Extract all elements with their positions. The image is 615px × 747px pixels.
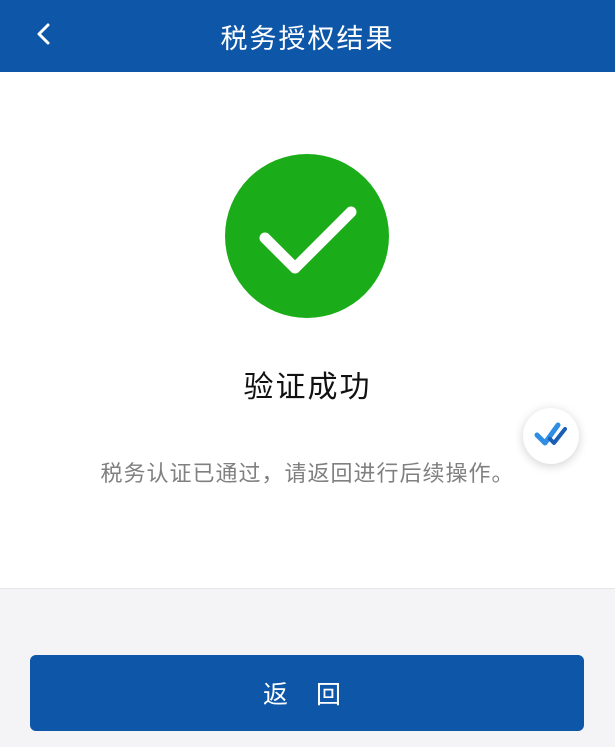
result-description: 税务认证已通过，请返回进行后续操作。 [100, 462, 515, 487]
result-panel: 验证成功 税务认证已通过，请返回进行后续操作。 [0, 72, 615, 588]
chevron-left-icon [34, 22, 54, 50]
result-title: 验证成功 [243, 370, 372, 405]
page-title: 税务授权结果 [220, 23, 395, 55]
check-circle-icon [225, 154, 389, 318]
back-button[interactable] [22, 14, 66, 58]
nav-bar: 税务授权结果 [0, 0, 615, 72]
double-check-icon [534, 419, 568, 453]
floating-badge-button[interactable] [523, 408, 579, 464]
return-button[interactable]: 返 回 [30, 655, 584, 731]
divider [0, 588, 615, 589]
